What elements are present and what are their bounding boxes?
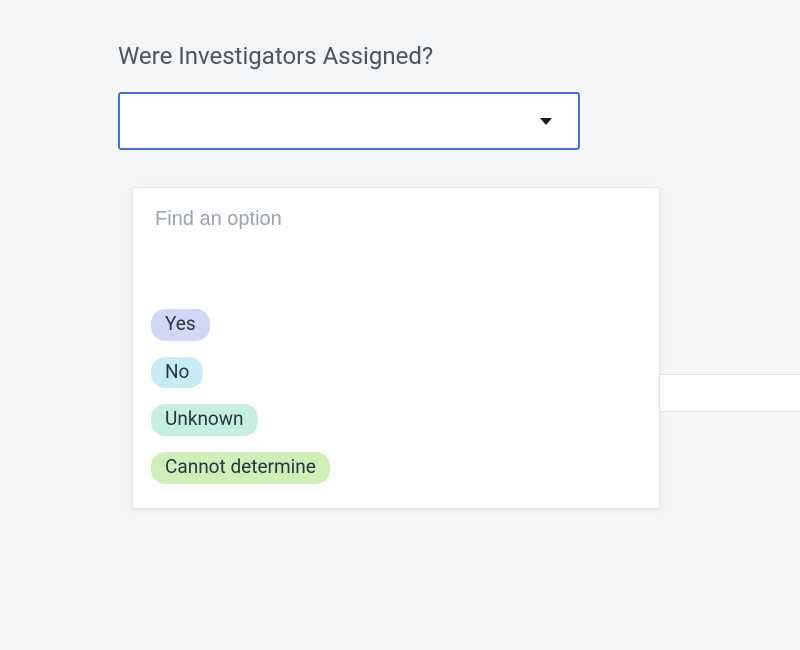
dropdown-search-input[interactable] bbox=[133, 188, 659, 249]
option-pill: Unknown bbox=[151, 404, 258, 436]
dropdown-option-cannot-determine[interactable]: Cannot determine bbox=[133, 444, 659, 492]
dropdown-option-unknown[interactable]: Unknown bbox=[133, 396, 659, 444]
field-label: Were Investigators Assigned? bbox=[118, 42, 678, 70]
option-pill: Cannot determine bbox=[151, 452, 330, 484]
dropdown-option-no[interactable]: No bbox=[133, 349, 659, 397]
option-pill: No bbox=[151, 357, 203, 389]
adjacent-panel-strip bbox=[660, 374, 800, 412]
spacer bbox=[133, 249, 659, 301]
caret-down-icon bbox=[540, 118, 552, 125]
dropdown-option-yes[interactable]: Yes bbox=[133, 301, 659, 349]
option-pill: Yes bbox=[151, 309, 210, 341]
select-box[interactable] bbox=[118, 92, 580, 150]
dropdown-panel: Yes No Unknown Cannot determine bbox=[132, 187, 660, 509]
